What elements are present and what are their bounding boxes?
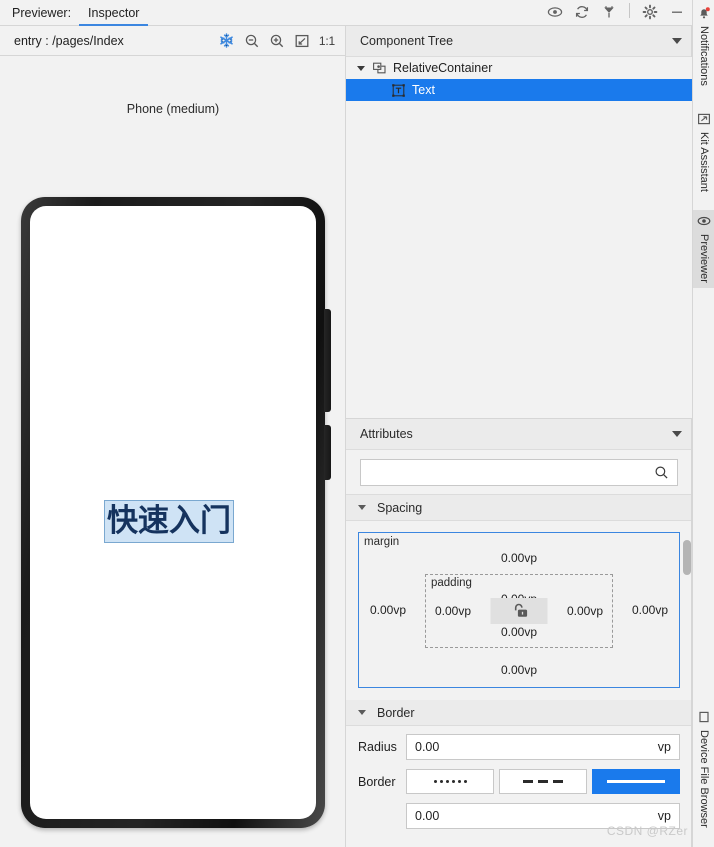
device-label: Phone (medium): [126, 102, 220, 116]
text-icon: [391, 83, 406, 98]
border-width-value: 0.00: [415, 809, 440, 823]
preview-panel: entry : /pages/Index 1:1 Phone (medium): [0, 26, 346, 847]
phone-power-button: [324, 425, 331, 480]
padding-right-value[interactable]: 0.00vp: [567, 604, 603, 618]
spacing-title: Spacing: [377, 500, 423, 515]
eye-icon[interactable]: [547, 4, 563, 20]
component-tree-title: Component Tree: [360, 34, 454, 48]
margin-right-value[interactable]: 0.00vp: [632, 603, 668, 617]
padding-label: padding: [431, 577, 472, 589]
radius-value: 0.00: [415, 740, 440, 754]
preview-path: entry : /pages/Index: [14, 33, 124, 48]
chevron-down-icon[interactable]: [358, 710, 366, 715]
border-label: Border: [358, 774, 396, 789]
margin-top-value[interactable]: 0.00vp: [501, 551, 537, 565]
search-input[interactable]: [369, 464, 654, 480]
margin-box: margin 0.00vp 0.00vp 0.00vp 0.00vp paddi…: [358, 532, 680, 688]
padding-box: padding 0.00vp 0.00vp 0.00vp 0.00vp: [425, 574, 613, 648]
fit-screen-icon[interactable]: [294, 33, 310, 49]
spacing-subheader[interactable]: Spacing: [346, 495, 692, 521]
border-style-row: Border: [358, 769, 680, 794]
zoom-ratio-label[interactable]: 1:1: [319, 34, 335, 48]
preview-toolbar: entry : /pages/Index 1:1: [0, 26, 345, 56]
kit-assistant-icon: [697, 112, 711, 129]
tree-node-label: Text: [412, 83, 435, 97]
freeze-icon[interactable]: [218, 32, 235, 49]
unlock-icon[interactable]: [490, 598, 548, 624]
border-width-row: 0.00 vp: [358, 803, 680, 829]
toolstrip-tab-label: Device File Browser: [698, 730, 710, 828]
toolstrip-tab-notifications[interactable]: Notifications: [693, 2, 714, 91]
tree-node-label: RelativeContainer: [393, 61, 493, 75]
border-width-input[interactable]: 0.00 vp: [406, 803, 680, 829]
search-box[interactable]: [360, 458, 678, 486]
radius-unit: vp: [657, 740, 671, 754]
radius-row: Radius 0.00 vp: [358, 734, 680, 760]
toolstrip-tab-label: Notifications: [698, 26, 710, 86]
chevron-down-icon[interactable]: [358, 505, 366, 510]
margin-label: margin: [364, 536, 400, 548]
phone-volume-button: [324, 309, 331, 412]
margin-bottom-value[interactable]: 0.00vp: [501, 663, 537, 677]
toolstrip-tab-device-file-browser[interactable]: Device File Browser: [693, 706, 714, 833]
expand-caret-icon[interactable]: [357, 65, 365, 71]
component-tree-header[interactable]: Component Tree: [346, 26, 692, 57]
eye-icon: [697, 214, 711, 231]
window-tool-icons: [547, 2, 692, 25]
toolstrip-tab-label: Previewer: [698, 234, 710, 283]
margin-left-value[interactable]: 0.00vp: [370, 603, 406, 617]
toolstrip-tab-label: Kit Assistant: [698, 132, 710, 192]
toolbar-divider: [629, 2, 630, 18]
padding-left-value[interactable]: 0.00vp: [435, 604, 471, 618]
phone-frame: 快速入门: [21, 197, 331, 828]
tree-node-relativecontainer[interactable]: RelativeContainer: [346, 57, 692, 79]
device-file-icon: [697, 710, 711, 727]
attributes-header[interactable]: Attributes: [346, 419, 692, 450]
dotted-line-icon: [433, 780, 467, 783]
tree-node-text[interactable]: Text: [346, 79, 692, 101]
border-style-dotted[interactable]: [406, 769, 494, 794]
search-icon[interactable]: [654, 465, 669, 480]
notifications-icon: [697, 6, 711, 23]
dashed-line-icon: [523, 780, 563, 783]
previewer-label: Previewer:: [12, 6, 72, 20]
previewer-window: Previewer: Inspector entry : /pages/Inde…: [0, 0, 714, 847]
selected-text-component[interactable]: 快速入门: [104, 500, 234, 543]
radius-label: Radius: [358, 740, 397, 754]
border-title: Border: [377, 705, 415, 720]
minimize-icon[interactable]: [669, 4, 685, 20]
border-body: Radius 0.00 vp Border 0.00 vp: [346, 726, 692, 829]
right-toolstrip: Notifications Kit Assistant Previewer De…: [692, 0, 714, 847]
attributes-scrollbar[interactable]: [683, 478, 691, 847]
zoom-in-icon[interactable]: [269, 33, 285, 49]
refresh-icon[interactable]: [574, 4, 590, 20]
padding-bottom-value[interactable]: 0.00vp: [501, 625, 537, 639]
zoom-out-icon[interactable]: [244, 33, 260, 49]
chevron-down-icon[interactable]: [672, 38, 682, 44]
tab-inspector[interactable]: Inspector: [79, 6, 149, 26]
toolstrip-tab-previewer[interactable]: Previewer: [693, 210, 714, 288]
border-subheader[interactable]: Border: [346, 700, 692, 726]
inspector-panel: Component Tree RelativeContainer Text At…: [346, 26, 692, 847]
border-style-group: [406, 769, 680, 794]
gear-icon[interactable]: [642, 4, 658, 20]
solid-line-icon: [607, 780, 665, 783]
window-tabbar: Previewer: Inspector: [0, 0, 692, 26]
radius-input[interactable]: 0.00 vp: [406, 734, 680, 760]
border-style-dashed[interactable]: [499, 769, 587, 794]
preview-tools: 1:1: [218, 32, 345, 49]
border-width-unit: vp: [657, 809, 671, 823]
chevron-down-icon[interactable]: [672, 431, 682, 437]
phone-screen[interactable]: 快速入门: [30, 206, 316, 819]
component-tree-body: RelativeContainer Text: [346, 57, 692, 419]
scrollbar-thumb[interactable]: [683, 540, 691, 575]
toolstrip-tab-kit-assistant[interactable]: Kit Assistant: [693, 108, 714, 197]
spacing-area: margin 0.00vp 0.00vp 0.00vp 0.00vp paddi…: [346, 521, 692, 700]
attributes-search-row: [346, 450, 692, 495]
plug-icon[interactable]: [601, 4, 617, 20]
border-style-solid[interactable]: [592, 769, 680, 794]
container-icon: [372, 61, 387, 76]
attributes-title: Attributes: [360, 427, 413, 441]
